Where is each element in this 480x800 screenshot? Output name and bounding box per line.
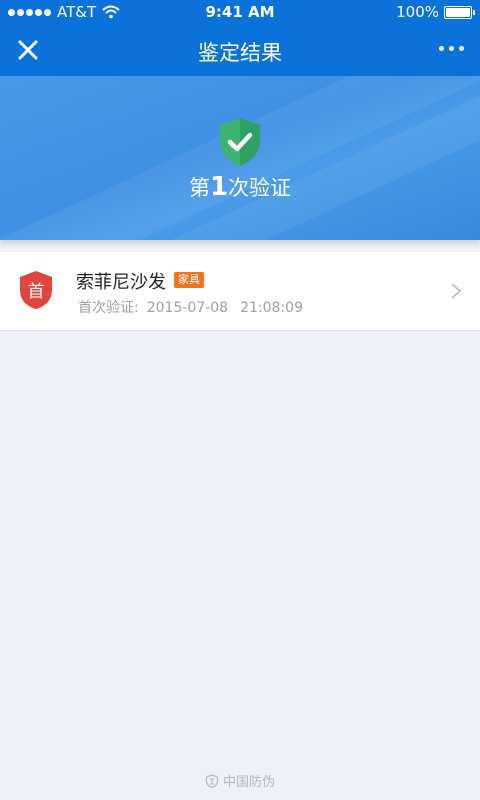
count-suffix: 次验证 [228,176,292,200]
verification-count: 第1次验证 [0,172,480,202]
battery-fill [446,7,470,17]
verify-date: 2015-07-08 [146,300,229,316]
status-right: 100% [396,3,475,21]
first-verify-badge-icon: 首 [20,271,52,309]
seal-icon [205,773,219,788]
meta-label: 首次验证: [78,300,139,316]
product-name: 索菲尼沙发 [76,272,166,293]
battery-percent: 100% [396,3,439,21]
category-tag: 家具 [174,272,204,288]
verification-banner: 第1次验证 [0,76,480,240]
shield-check-icon [220,118,260,166]
verify-time: 21:08:09 [240,300,303,316]
battery-icon [444,5,475,19]
footer: 中国防伪 [0,771,480,790]
footer-text: 中国防伪 [222,775,275,790]
chevron-right-icon [451,283,462,299]
nav-bar: 鉴定结果 [0,24,480,76]
badge-text: 首 [28,282,45,302]
status-bar: AT&T 9:41 AM 100% [0,0,480,24]
page-title: 鉴定结果 [198,41,282,65]
count-number: 1 [209,172,229,202]
verification-meta: 首次验证: 2015-07-08 21:08:09 [78,297,303,317]
more-icon[interactable] [439,46,464,51]
product-record-row[interactable]: 首 索菲尼沙发 家具 首次验证: 2015-07-08 21:08:09 [0,252,480,331]
count-prefix: 第 [188,176,210,200]
